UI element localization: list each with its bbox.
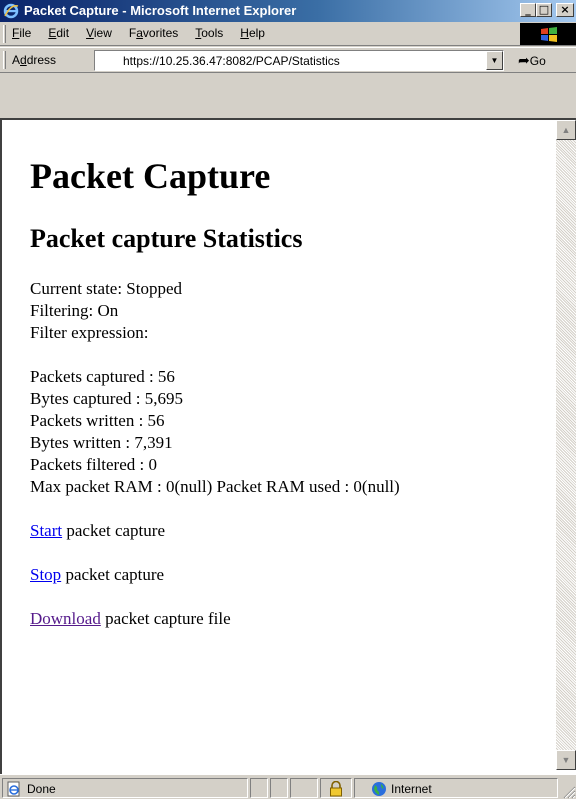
- go-arrow-icon: ➦: [518, 52, 530, 68]
- vertical-scrollbar[interactable]: ▲ ▼: [556, 120, 576, 770]
- menu-edit[interactable]: Edit: [48, 26, 69, 40]
- page-title: Packet Capture: [30, 156, 271, 196]
- section-title: Packet capture Statistics: [30, 224, 303, 253]
- stop-text: packet capture: [61, 565, 165, 584]
- start-line: Start packet capture: [30, 520, 550, 542]
- status-bar: Done Internet: [0, 774, 576, 799]
- download-link[interactable]: Download: [30, 609, 101, 628]
- address-dropdown-button[interactable]: ▼: [486, 51, 503, 70]
- packets-written: Packets written : 56: [30, 411, 165, 430]
- scroll-up-button[interactable]: ▲: [556, 120, 576, 140]
- state-block: Current state: Stopped Filtering: On Fil…: [30, 278, 550, 344]
- menu-bar: File Edit View Favorites Tools Help: [0, 22, 576, 46]
- status-pane-empty: [250, 778, 268, 798]
- toolbar-grip[interactable]: [3, 25, 6, 43]
- toolbar-grip[interactable]: [3, 51, 6, 69]
- menu-help[interactable]: Help: [240, 26, 265, 40]
- status-pane-empty: [290, 778, 318, 798]
- menu-tools[interactable]: Tools: [195, 26, 223, 40]
- address-url[interactable]: https://10.25.36.47:8082/PCAP/Statistics: [123, 54, 340, 68]
- status-pane-empty: [270, 778, 288, 798]
- download-line: Download packet capture file: [30, 608, 550, 630]
- start-link[interactable]: Start: [30, 521, 62, 540]
- maximize-button[interactable]: □: [536, 3, 552, 17]
- page-content: Packet Capture Packet capture Statistics…: [30, 156, 550, 630]
- zone-pane[interactable]: Internet: [354, 778, 558, 798]
- packet-ram: Max packet RAM : 0(null) Packet RAM used…: [30, 477, 400, 496]
- close-button[interactable]: ×: [556, 3, 574, 17]
- windows-throbber: [520, 23, 576, 45]
- chevron-down-icon: ▼: [490, 56, 499, 65]
- stop-link[interactable]: Stop: [30, 565, 61, 584]
- stats-block: Packets captured : 56 Bytes captured : 5…: [30, 366, 550, 498]
- go-button[interactable]: ➦Go: [518, 52, 546, 69]
- minimize-button[interactable]: _: [520, 3, 536, 17]
- resize-grip-icon[interactable]: [562, 785, 576, 799]
- bytes-written: Bytes written : 7,391: [30, 433, 173, 452]
- filter-expression: Filter expression:: [30, 323, 149, 342]
- filtering-status: Filtering: On: [30, 301, 119, 320]
- stop-line: Stop packet capture: [30, 564, 550, 586]
- security-pane[interactable]: [320, 778, 352, 798]
- packets-filtered: Packets filtered : 0: [30, 455, 157, 474]
- ie-logo-icon: [3, 3, 19, 19]
- address-label: Address: [12, 53, 57, 67]
- zone-text: Internet: [391, 782, 432, 796]
- scroll-up-icon: ▲: [561, 125, 571, 135]
- menu-favorites[interactable]: Favorites: [129, 26, 178, 40]
- title-bar[interactable]: Packet Capture - Microsoft Internet Expl…: [0, 0, 576, 22]
- start-text: packet capture: [62, 521, 165, 540]
- page-done-icon: [7, 781, 20, 797]
- address-bar: Address https://10.25.36.47:8082/PCAP/St…: [0, 47, 576, 73]
- packets-captured: Packets captured : 56: [30, 367, 175, 386]
- status-pane: Done: [2, 778, 248, 798]
- status-text: Done: [27, 782, 56, 796]
- address-input[interactable]: https://10.25.36.47:8082/PCAP/Statistics…: [94, 50, 504, 71]
- scroll-down-button[interactable]: ▼: [556, 750, 576, 770]
- globe-icon: [372, 782, 386, 796]
- lock-icon: [330, 781, 342, 797]
- go-label: Go: [529, 54, 546, 68]
- download-text: packet capture file: [100, 609, 231, 628]
- window-title: Packet Capture - Microsoft Internet Expl…: [24, 3, 297, 18]
- menu-file[interactable]: File: [12, 26, 31, 40]
- scroll-down-icon: ▼: [561, 755, 571, 765]
- windows-flag-icon: [541, 27, 557, 42]
- menu-view[interactable]: View: [86, 26, 112, 40]
- current-state: Current state: Stopped: [30, 279, 183, 298]
- bytes-captured: Bytes captured : 5,695: [30, 389, 183, 408]
